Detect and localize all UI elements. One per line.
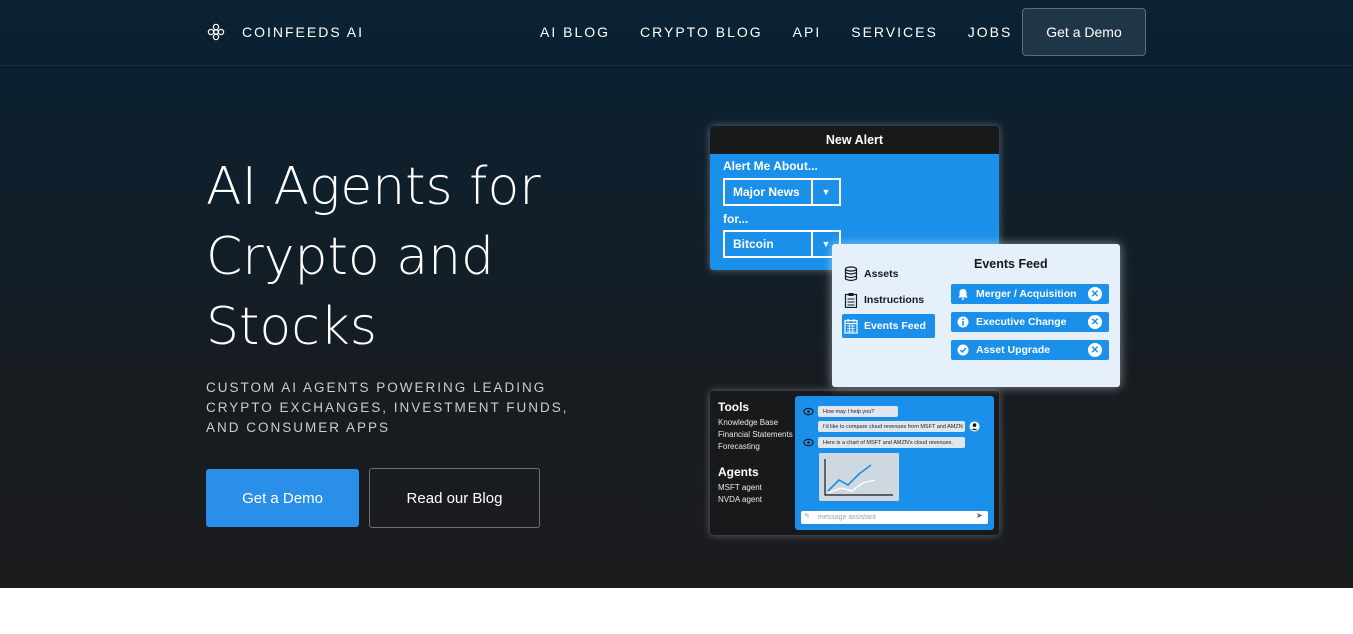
alert-about-value: Major News: [733, 185, 800, 199]
nav-links: AI BLOG CRYPTO BLOG API SERVICES JOBS: [540, 24, 1042, 40]
chat-message-bot: Here is a chart of MSFT and AMZN's cloud…: [818, 437, 965, 448]
read-blog-button[interactable]: Read our Blog: [369, 468, 540, 528]
chat-message-user: I'd like to compare cloud revenues from …: [818, 421, 965, 432]
hero-section: COINFEEDS AI AI BLOG CRYPTO BLOG API SER…: [0, 0, 1353, 588]
knot-logo-icon: [207, 23, 225, 41]
calendar-icon: [844, 319, 858, 334]
events-sidebar: Assets Instructions Events Feed: [842, 262, 935, 340]
close-icon: ✕: [1088, 343, 1102, 357]
nav-link-api[interactable]: API: [793, 24, 822, 40]
event-chip: Executive Change ✕: [951, 312, 1109, 332]
chat-pane: How may I help you? I'd like to compare …: [795, 396, 994, 530]
agents-heading: Agents: [718, 465, 759, 479]
tool-item: Financial Statements: [718, 430, 793, 439]
agent-chat-card: Tools Knowledge Base Financial Statement…: [710, 391, 999, 535]
tool-item: Knowledge Base: [718, 418, 779, 427]
sidebar-item-label: Events Feed: [864, 320, 926, 332]
alert-about-label: Alert Me About...: [723, 159, 818, 173]
close-icon: ✕: [1088, 315, 1102, 329]
brand[interactable]: COINFEEDS AI: [206, 22, 364, 42]
nav-get-demo-button[interactable]: Get a Demo: [1022, 8, 1146, 56]
event-chip-label: Asset Upgrade: [976, 344, 1051, 356]
clipboard-icon: [844, 293, 858, 308]
events-feed-card: Assets Instructions Events Feed Events F…: [832, 244, 1120, 387]
sidebar-item-label: Assets: [864, 268, 899, 280]
brand-name: COINFEEDS AI: [242, 24, 365, 40]
chat-message-bot: How may I help you?: [818, 406, 898, 417]
alert-for-select: Bitcoin ▼: [723, 230, 841, 258]
chat-sidebar: Tools Knowledge Base Financial Statement…: [718, 400, 793, 506]
bot-icon: [803, 407, 814, 416]
alert-for-value: Bitcoin: [733, 237, 774, 251]
close-icon: ✕: [1088, 287, 1102, 301]
agent-item: NVDA agent: [718, 495, 763, 504]
event-chip: Asset Upgrade ✕: [951, 340, 1109, 360]
sidebar-item-instructions: Instructions: [842, 288, 935, 312]
events-feed-title: Events Feed: [974, 257, 1048, 271]
sidebar-item-assets: Assets: [842, 262, 935, 286]
message-input: message assistant: [801, 511, 988, 524]
check-circle-icon: [957, 344, 969, 356]
tools-heading: Tools: [718, 400, 750, 414]
nav-link-crypto-blog[interactable]: CRYPTO BLOG: [640, 24, 763, 40]
bot-icon: [803, 438, 814, 447]
database-icon: [844, 266, 858, 282]
line-chart-thumbnail-icon: [819, 453, 899, 501]
agent-item: MSFT agent: [718, 483, 762, 492]
top-navigation: COINFEEDS AI AI BLOG CRYPTO BLOG API SER…: [0, 0, 1353, 66]
user-avatar-icon: [969, 421, 980, 432]
get-demo-button[interactable]: Get a Demo: [206, 469, 359, 527]
sidebar-item-label: Instructions: [864, 294, 925, 306]
event-chip-label: Executive Change: [976, 316, 1067, 328]
event-chip-label: Merger / Acquisition: [976, 288, 1077, 300]
send-icon: ➤: [976, 511, 983, 520]
nav-link-jobs[interactable]: JOBS: [968, 24, 1013, 40]
paperclip-icon: ✎: [804, 513, 810, 520]
event-chip: Merger / Acquisition ✕: [951, 284, 1109, 304]
nav-link-services[interactable]: SERVICES: [851, 24, 938, 40]
bell-icon: [958, 289, 968, 300]
caret-down-icon: ▼: [811, 180, 839, 204]
nav-link-ai-blog[interactable]: AI BLOG: [540, 24, 610, 40]
tool-item: Forecasting: [718, 442, 760, 451]
alert-about-select: Major News ▼: [723, 178, 841, 206]
hero-subtitle: CUSTOM AI AGENTS POWERING LEADING CRYPTO…: [206, 380, 569, 435]
alert-for-label: for...: [723, 212, 749, 226]
hero-title: AI Agents for Crypto and Stocks: [206, 157, 541, 357]
sidebar-item-events-feed: Events Feed: [842, 314, 935, 338]
new-alert-title: New Alert: [710, 126, 999, 154]
info-icon: [957, 316, 969, 328]
